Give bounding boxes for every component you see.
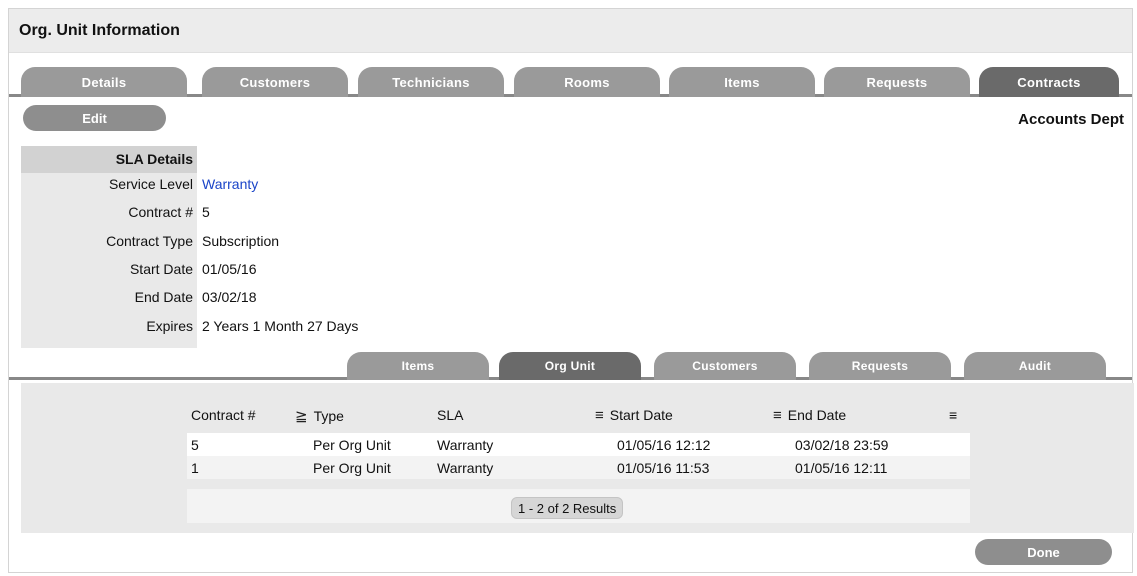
filter-icon[interactable]: ≧ [295, 407, 308, 425]
column-header-start-date-label: Start Date [609, 407, 673, 423]
table-row[interactable]: 1 Per Org Unit Warranty 01/05/16 11:53 0… [187, 456, 970, 479]
start-date-value: 01/05/16 [202, 261, 257, 277]
sub-tab-bar: Items Org Unit Customers Requests Audit [9, 346, 1132, 380]
tab-technicians[interactable]: Technicians [358, 67, 504, 97]
cell-contract: 5 [191, 437, 199, 453]
expires-label: Expires [146, 318, 193, 334]
column-header-type-label: Type [313, 408, 344, 424]
contract-number-value: 5 [202, 204, 210, 220]
edit-button[interactable]: Edit [23, 105, 166, 131]
column-header-type[interactable]: ≧ Type [295, 407, 344, 425]
done-button[interactable]: Done [975, 539, 1112, 565]
subtab-audit[interactable]: Audit [964, 352, 1106, 380]
cell-sla: Warranty [437, 460, 494, 476]
column-header-start-date[interactable]: ≡ Start Date [595, 407, 673, 424]
cell-sla: Warranty [437, 437, 494, 453]
contract-type-value: Subscription [202, 233, 280, 249]
tab-rooms[interactable]: Rooms [514, 67, 660, 97]
table-row[interactable]: 5 Per Org Unit Warranty 01/05/16 12:12 0… [187, 433, 970, 456]
column-menu-icon[interactable]: ≡ [773, 407, 782, 424]
cell-end-date: 03/02/18 23:59 [795, 437, 889, 453]
tab-items[interactable]: Items [669, 67, 815, 97]
sla-details-labels: SLA Details Service Level Contract # Con… [21, 146, 197, 348]
end-date-value: 03/02/18 [202, 289, 257, 305]
subtab-customers[interactable]: Customers [654, 352, 796, 380]
service-level-link[interactable]: Warranty [202, 176, 258, 192]
panel-header: Org. Unit Information [9, 9, 1132, 53]
cell-start-date: 01/05/16 12:12 [617, 437, 711, 453]
subtab-items[interactable]: Items [347, 352, 489, 380]
expires-value: 2 Years 1 Month 27 Days [202, 318, 359, 334]
org-unit-name: Accounts Dept [1018, 111, 1124, 128]
start-date-label: Start Date [129, 261, 193, 277]
tab-requests[interactable]: Requests [824, 67, 970, 97]
cell-type: Per Org Unit [313, 460, 391, 476]
tab-customers[interactable]: Customers [202, 67, 348, 97]
cell-type: Per Org Unit [313, 437, 391, 453]
cell-contract: 1 [191, 460, 199, 476]
org-unit-panel: Org. Unit Information Details Customers … [8, 8, 1134, 573]
contract-number-label: Contract # [128, 204, 193, 220]
top-tab-bar: Details Customers Technicians Rooms Item… [9, 61, 1132, 97]
column-header-end-date[interactable]: ≡ End Date [773, 407, 846, 424]
service-level-label: Service Level [108, 176, 193, 192]
cell-start-date: 01/05/16 11:53 [617, 460, 710, 476]
contract-type-label: Contract Type [106, 233, 193, 249]
column-header-sla[interactable]: SLA [437, 407, 463, 423]
results-count: 1 - 2 of 2 Results [511, 497, 624, 519]
end-date-label: End Date [134, 289, 193, 305]
tab-contracts[interactable]: Contracts [979, 67, 1119, 97]
contracts-grid-area: Contract # ≧ Type SLA ≡ Start Date ≡ End Da… [21, 383, 1134, 533]
column-header-end-date-label: End Date [787, 407, 847, 423]
column-menu-icon[interactable]: ≡ [949, 407, 957, 423]
column-menu-icon[interactable]: ≡ [595, 407, 604, 424]
table-footer: 1 - 2 of 2 Results [187, 489, 970, 523]
subtab-requests[interactable]: Requests [809, 352, 951, 380]
tab-details[interactable]: Details [21, 67, 187, 97]
column-header-contract[interactable]: Contract # [191, 407, 256, 423]
cell-end-date: 01/05/16 12:11 [795, 460, 888, 476]
sla-details-heading: SLA Details [21, 146, 197, 173]
page-title: Org. Unit Information [19, 22, 180, 39]
subtab-org-unit[interactable]: Org Unit [499, 352, 641, 380]
